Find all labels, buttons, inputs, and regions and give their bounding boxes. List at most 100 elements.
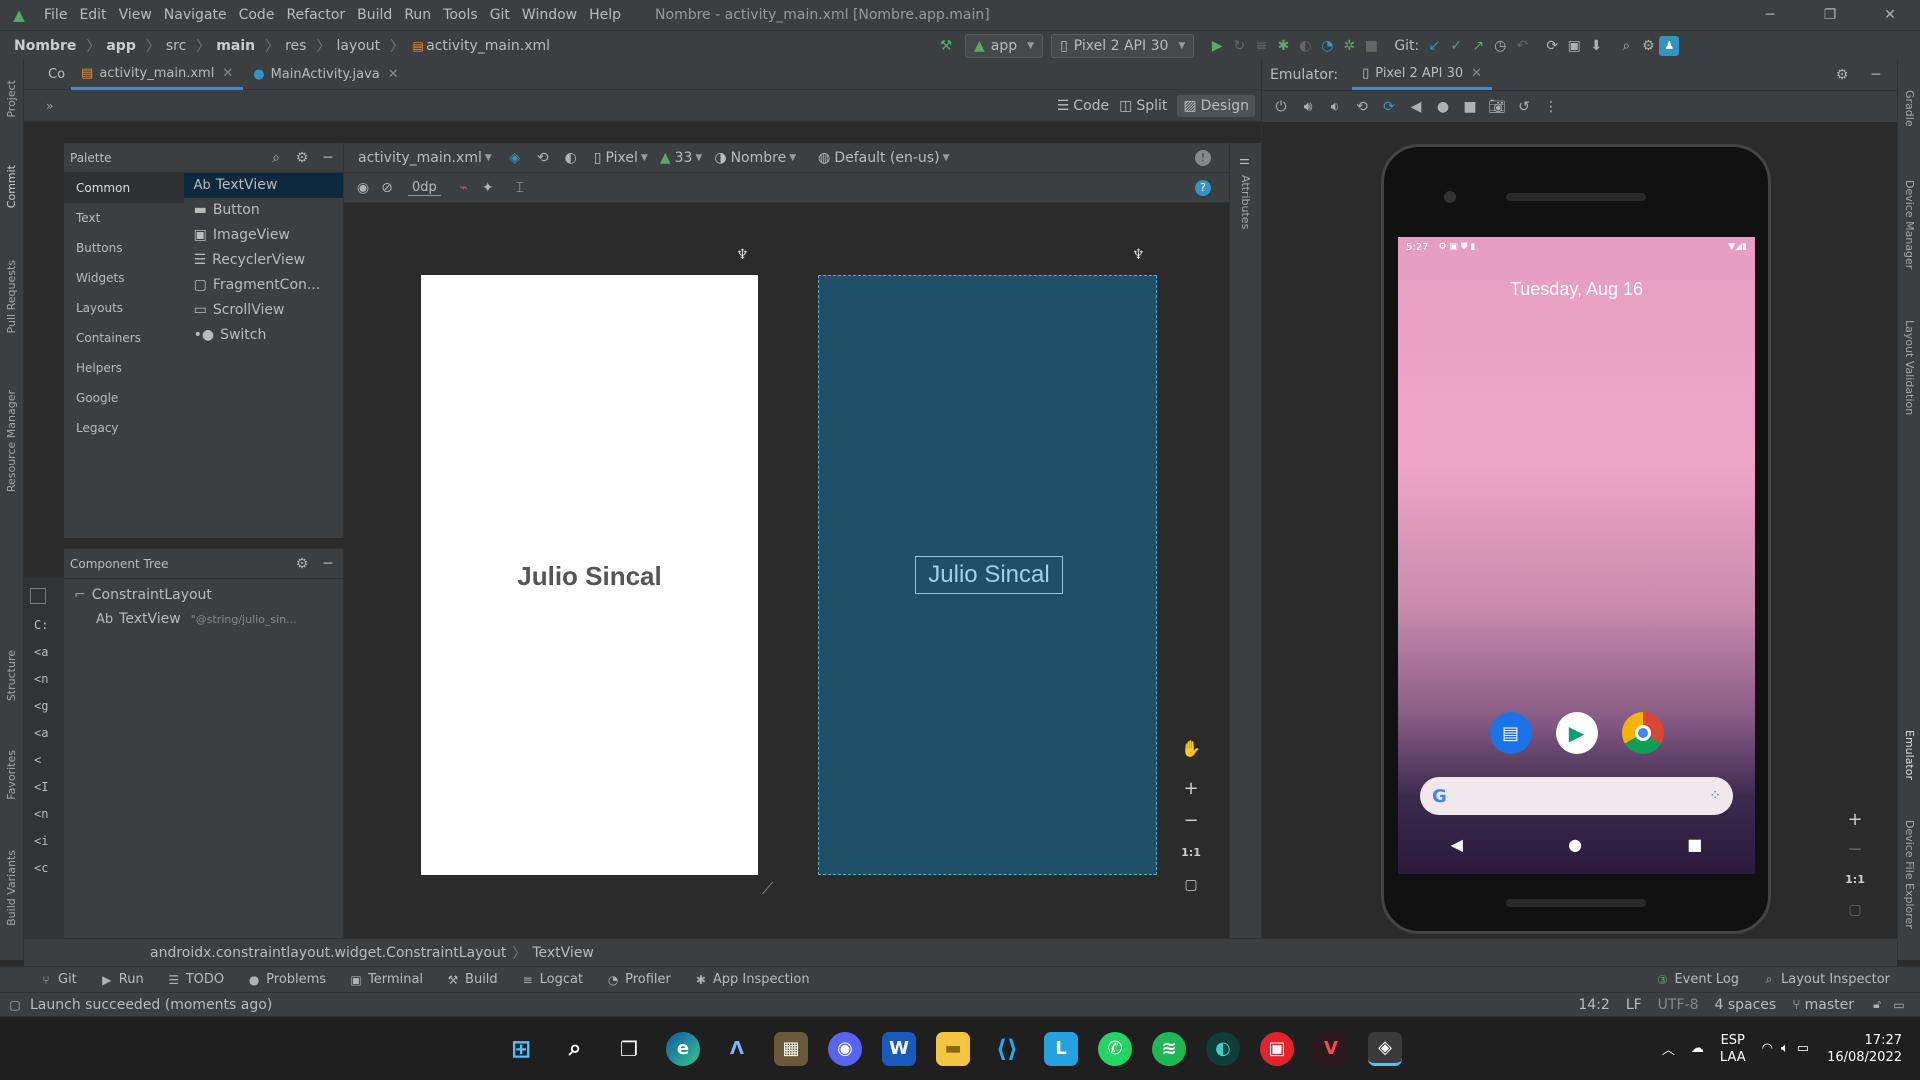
indent-setting[interactable]: 4 spaces [1714, 997, 1776, 1013]
tool-tab-app-inspection[interactable]: ✱ App Inspection [693, 972, 810, 988]
tool-tab-layout-validation[interactable]: Layout Validation [1903, 320, 1916, 415]
l-app-icon[interactable]: L [1044, 1031, 1078, 1066]
tool-tab-layout-inspector[interactable]: ⌕ Layout Inspector [1761, 972, 1890, 988]
rollback-icon[interactable]: ↶ [1511, 35, 1533, 57]
edge-browser-icon[interactable]: e [666, 1031, 700, 1066]
palette-category-containers[interactable]: Containers [64, 323, 184, 353]
emulator-screen[interactable]: 5:27 ⚙ ▣ ⛊ ▮ ▼◢▮ Tuesday, Aug 16 ▤ ▶ G ⁘… [1398, 237, 1755, 874]
orientation-icon[interactable]: ⟲ [532, 147, 554, 169]
spotify-icon[interactable]: ≋ [1152, 1031, 1186, 1066]
eye-icon[interactable]: ◉ [352, 177, 374, 199]
a-app-icon[interactable]: Λ [720, 1032, 754, 1066]
nav-home-icon[interactable]: ● [1568, 835, 1582, 854]
menu-help[interactable]: Help [589, 7, 621, 23]
palette-item-switch[interactable]: •● Switch [184, 323, 343, 348]
onedrive-icon[interactable]: ☁ [1691, 1041, 1704, 1056]
overview-icon[interactable]: ■ [1459, 96, 1481, 118]
line-separator[interactable]: LF [1626, 997, 1642, 1013]
tool-tab-attributes[interactable]: Attributes [1239, 175, 1252, 229]
back-icon[interactable]: ◀ [1405, 96, 1427, 118]
tool-tab-logcat[interactable]: ≡ Logcat [520, 972, 583, 988]
tool-tab-pull-requests[interactable]: Pull Requests [5, 260, 18, 333]
volume-icon[interactable]: 🔈︎ [1781, 1041, 1789, 1056]
tab-main-activity[interactable]: ● MainActivity.java ✕ [243, 60, 408, 90]
tool-tab-device-file-explorer[interactable]: Device File Explorer [1903, 820, 1916, 929]
rotate-left-icon[interactable]: ⟲ [1351, 96, 1373, 118]
palette-item-button[interactable]: ▬ Button [184, 198, 343, 223]
breadcrumb-res[interactable]: res [285, 38, 306, 54]
blueprint-textview[interactable]: Julio Sincal [915, 556, 1063, 594]
stop-icon[interactable]: ■ [1360, 35, 1382, 57]
zoom-fit-icon[interactable]: ▢ [1176, 869, 1206, 901]
tool-tab-emulator[interactable]: Emulator [1903, 730, 1916, 780]
tab-activity-main[interactable]: ▤ activity_main.xml ✕ [71, 59, 244, 90]
valorant-icon[interactable]: V [1314, 1031, 1348, 1066]
git-commit-icon[interactable]: ✓ [1445, 35, 1467, 57]
settings-gear-icon[interactable]: ⚙ [1637, 35, 1659, 57]
zoom-out-icon[interactable]: − [1840, 835, 1870, 865]
breadcrumb-project[interactable]: Nombre [14, 38, 76, 54]
view-path-leaf[interactable]: TextView [532, 945, 594, 961]
warning-icon[interactable]: ! [1195, 149, 1211, 166]
zoom-out-icon[interactable]: − [1176, 805, 1206, 837]
task-view-icon[interactable]: ❐ [612, 1032, 646, 1066]
theme-dropdown[interactable]: ◑ Nombre ▼ [714, 150, 796, 166]
design-preview-screen[interactable]: Julio Sincal [421, 275, 758, 875]
zoom-in-icon[interactable]: + [1176, 773, 1206, 805]
tool-tab-commit[interactable]: Commit [5, 165, 18, 208]
lock-icon[interactable]: 🔓︎ [1866, 994, 1888, 1016]
palette-category-helpers[interactable]: Helpers [64, 353, 184, 383]
profile-icon[interactable]: ◔ [1316, 35, 1338, 57]
clear-constraints-icon[interactable]: ⌁ [453, 177, 475, 199]
tool-tab-event-log[interactable]: ③ Event Log [1654, 972, 1739, 988]
palette-item-recyclerview[interactable]: ☰ RecyclerView [184, 248, 343, 273]
menu-git[interactable]: Git [490, 7, 510, 23]
tool-tab-device-manager[interactable]: Device Manager [1903, 180, 1916, 269]
tray-overflow-icon[interactable]: ︿ [1662, 1039, 1675, 1058]
more-options-icon[interactable]: ⋮ [1540, 96, 1562, 118]
night-mode-icon[interactable]: ◐ [560, 147, 582, 169]
gear-icon[interactable]: ⚙ [1831, 64, 1853, 86]
palette-category-legacy[interactable]: Legacy [64, 413, 184, 443]
close-tab-icon[interactable]: ✕ [388, 67, 399, 82]
menu-view[interactable]: View [119, 7, 152, 23]
debug-icon[interactable]: ✱ [1272, 35, 1294, 57]
hide-panel-icon[interactable]: ─ [317, 553, 339, 575]
search-icon[interactable]: ⌕ [265, 147, 287, 169]
menu-edit[interactable]: Edit [79, 7, 106, 23]
tool-tab-git[interactable]: ⑂ Git [38, 972, 76, 988]
status-toggle-icon[interactable]: ▢ [4, 994, 26, 1016]
view-path-class[interactable]: androidx.constraintlayout.widget.Constra… [150, 945, 506, 961]
menu-refactor[interactable]: Refactor [286, 7, 345, 23]
palette-category-common[interactable]: Common [64, 173, 184, 203]
close-icon[interactable]: ✕ [1860, 4, 1920, 26]
palette-category-widgets[interactable]: Widgets [64, 263, 184, 293]
memory-icon[interactable]: ▭ [1888, 994, 1910, 1016]
blueprint-screen[interactable]: Julio Sincal [818, 275, 1157, 875]
tool-tab-favorites[interactable]: Favorites [5, 750, 18, 800]
search-icon[interactable]: ⌕ [558, 1032, 592, 1066]
nav-recents-icon[interactable]: ■ [1687, 835, 1702, 854]
coverage-icon[interactable]: ◐ [1294, 35, 1316, 57]
red-app-icon[interactable]: ▣ [1260, 1031, 1294, 1066]
zoom-reset-button[interactable]: 1:1 [1840, 865, 1870, 895]
search-icon[interactable]: ⌕ [1615, 35, 1637, 57]
clock[interactable]: 17:27 16/08/2022 [1827, 1032, 1902, 1066]
sync-gradle-icon[interactable]: ⟳ [1541, 35, 1563, 57]
git-push-icon[interactable]: ↗ [1467, 35, 1489, 57]
palette-item-textview[interactable]: Ab TextView [183, 173, 343, 198]
tool-tab-structure[interactable]: Structure [5, 650, 18, 701]
guidelines-icon[interactable]: ⌶ [509, 177, 531, 199]
breadcrumb-main[interactable]: main [216, 38, 255, 54]
tab-partial[interactable]: Co [24, 60, 71, 90]
palette-category-google[interactable]: Google [64, 383, 184, 413]
palette-category-text[interactable]: Text [64, 203, 184, 233]
battery-icon[interactable]: ▭ [1797, 1041, 1809, 1056]
run-config-dropdown[interactable]: ▲ app ▼ [965, 33, 1044, 58]
palette-item-imageview[interactable]: ▣ ImageView [184, 223, 343, 248]
messages-app-icon[interactable]: ▤ [1489, 712, 1532, 754]
hide-panel-icon[interactable]: ─ [1865, 64, 1887, 86]
volume-down-icon[interactable]: 🔉︎ [1324, 96, 1346, 118]
chrome-app-icon[interactable] [1621, 712, 1664, 754]
tool-tab-todo[interactable]: ☰ TODO [166, 972, 224, 988]
